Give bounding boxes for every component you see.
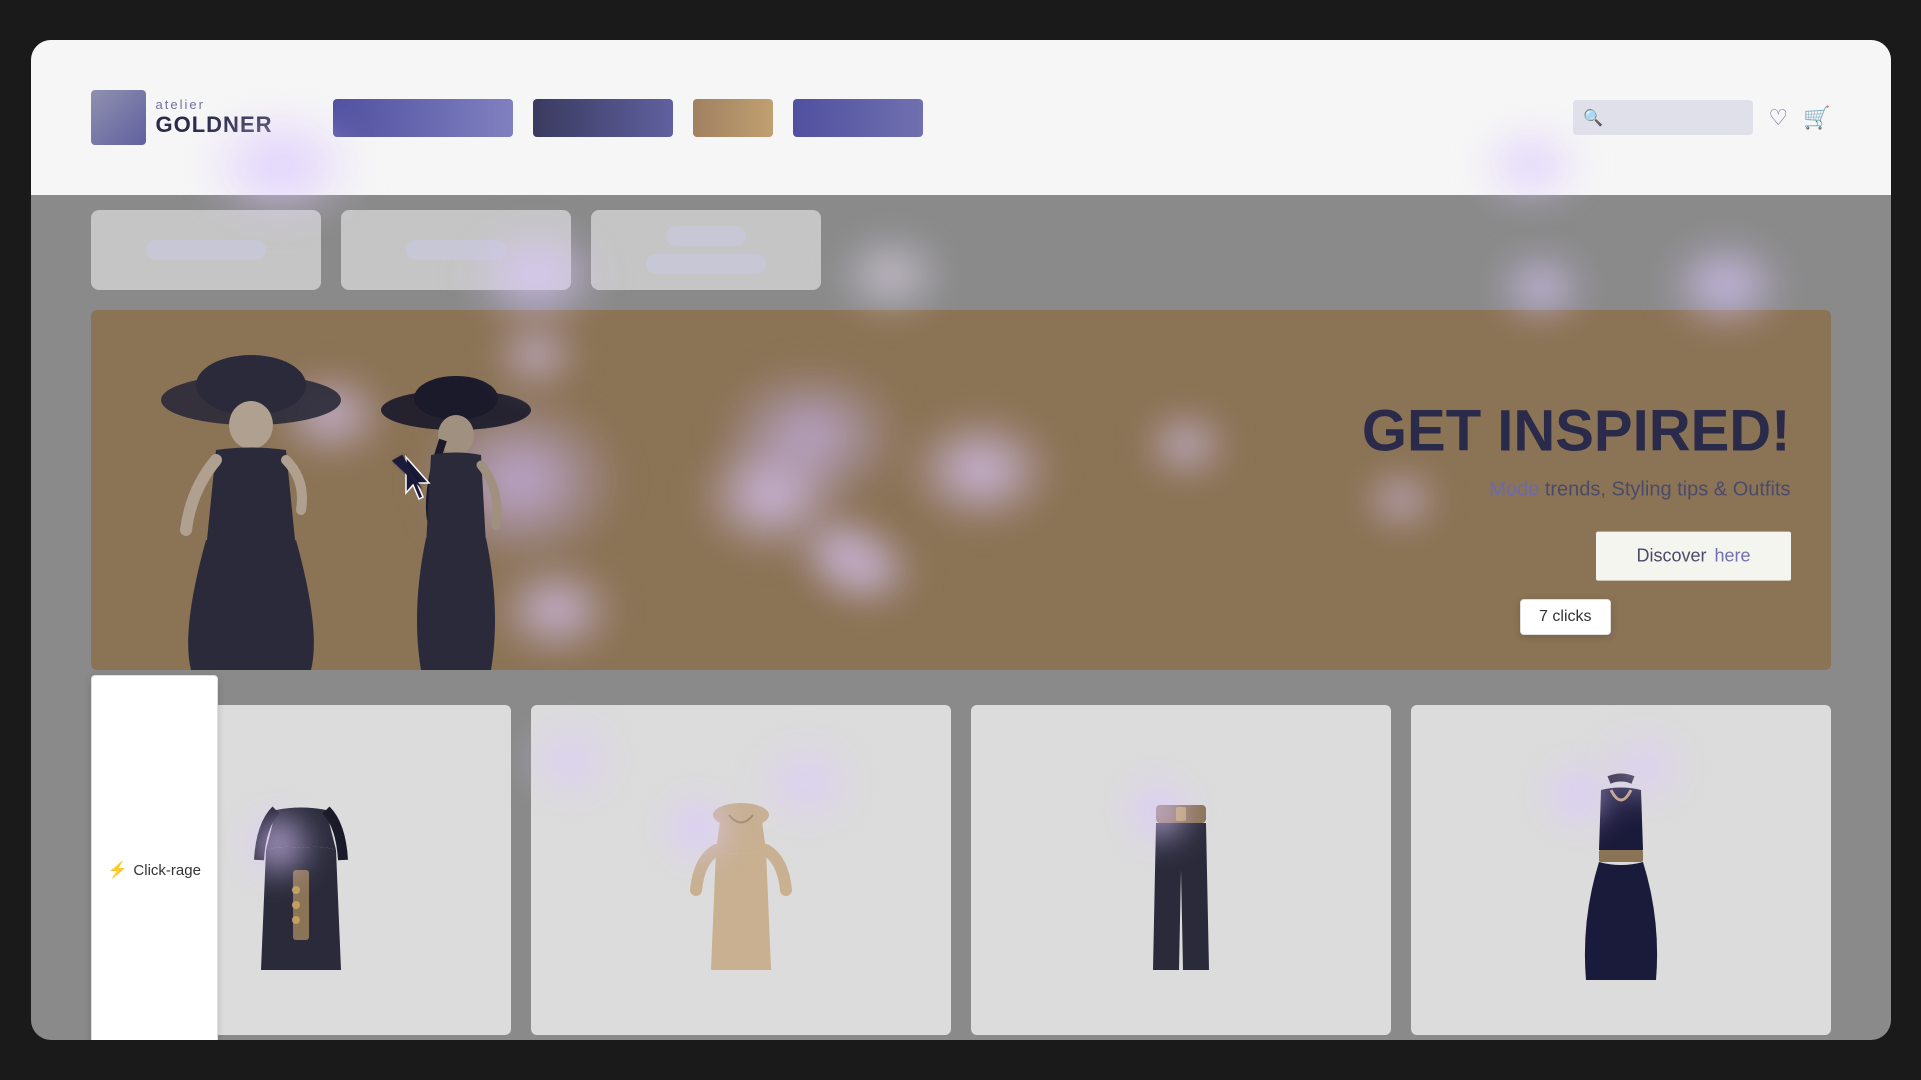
breadcrumb-pill-3a — [666, 226, 746, 246]
breadcrumb-item-1[interactable] — [91, 210, 321, 290]
screen: atelier GOLDNER 🔍 ♡ 🛒 — [31, 40, 1891, 1040]
product-card-4[interactable] — [1411, 705, 1831, 1035]
nav-item-2[interactable] — [533, 99, 673, 137]
figure-4-glow — [1537, 755, 1617, 835]
clicks-tooltip: 7 clicks — [1520, 599, 1610, 635]
header: atelier GOLDNER 🔍 ♡ 🛒 — [31, 40, 1891, 195]
breadcrumb-area — [91, 195, 1831, 305]
banner-subtitle: Mode trends, Styling tips & Outfits — [1008, 478, 1791, 501]
logo-atelier: atelier — [156, 97, 273, 112]
nav — [333, 99, 1574, 137]
logo-text: atelier GOLDNER — [156, 97, 273, 138]
product-card-3[interactable] — [971, 705, 1391, 1035]
figure-3-glow — [1118, 771, 1198, 851]
click-rage-label: Click-rage — [133, 862, 201, 879]
search-icon: 🔍 — [1583, 108, 1603, 128]
breadcrumb-pill-1 — [146, 240, 266, 260]
product-figure-2 — [531, 705, 951, 1035]
discover-label: Discover — [1636, 545, 1706, 566]
header-actions: 🔍 ♡ 🛒 — [1573, 100, 1830, 135]
nav-item-3[interactable] — [693, 99, 773, 137]
cart-icon[interactable]: 🛒 — [1803, 105, 1830, 131]
breadcrumb-pill-3b — [646, 254, 766, 274]
wishlist-icon[interactable]: ♡ — [1768, 105, 1788, 131]
discover-button[interactable]: Discover here — [1596, 531, 1790, 580]
figure-1 — [151, 350, 351, 670]
product-figure-3 — [971, 705, 1391, 1035]
figure-2 — [371, 370, 541, 670]
breadcrumb-pill-2 — [406, 240, 506, 260]
breadcrumb-item-3[interactable] — [591, 210, 821, 290]
banner-subtitle-highlight: Mode — [1489, 478, 1539, 500]
product-card-2[interactable] — [531, 705, 951, 1035]
clicks-count: 7 clicks — [1539, 608, 1591, 625]
figure-1-glow — [238, 804, 318, 884]
logo-goldner: GOLDNER — [156, 112, 273, 138]
click-rage-badge: ⚡ Click-rage — [91, 675, 218, 1040]
breadcrumb-content-3 — [646, 226, 766, 274]
logo-icon — [91, 90, 146, 145]
lightning-icon: ⚡ — [108, 860, 128, 880]
product-figure-4 — [1411, 705, 1831, 1035]
search-bar[interactable]: 🔍 — [1573, 100, 1753, 135]
banner-title: GET INSPIRED! — [1008, 400, 1791, 464]
figure-2-glow — [657, 788, 737, 868]
main-banner: GET INSPIRED! Mode trends, Styling tips … — [91, 310, 1831, 670]
product-grid — [91, 705, 1831, 1035]
nav-item-4[interactable] — [793, 99, 923, 137]
banner-content: GET INSPIRED! Mode trends, Styling tips … — [1008, 400, 1791, 581]
logo: atelier GOLDNER — [91, 90, 273, 145]
discover-here: here — [1714, 545, 1750, 566]
breadcrumb-item-2[interactable] — [341, 210, 571, 290]
nav-item-1[interactable] — [333, 99, 513, 137]
banner-subtitle-text: trends, Styling tips & Outfits — [1539, 478, 1790, 500]
